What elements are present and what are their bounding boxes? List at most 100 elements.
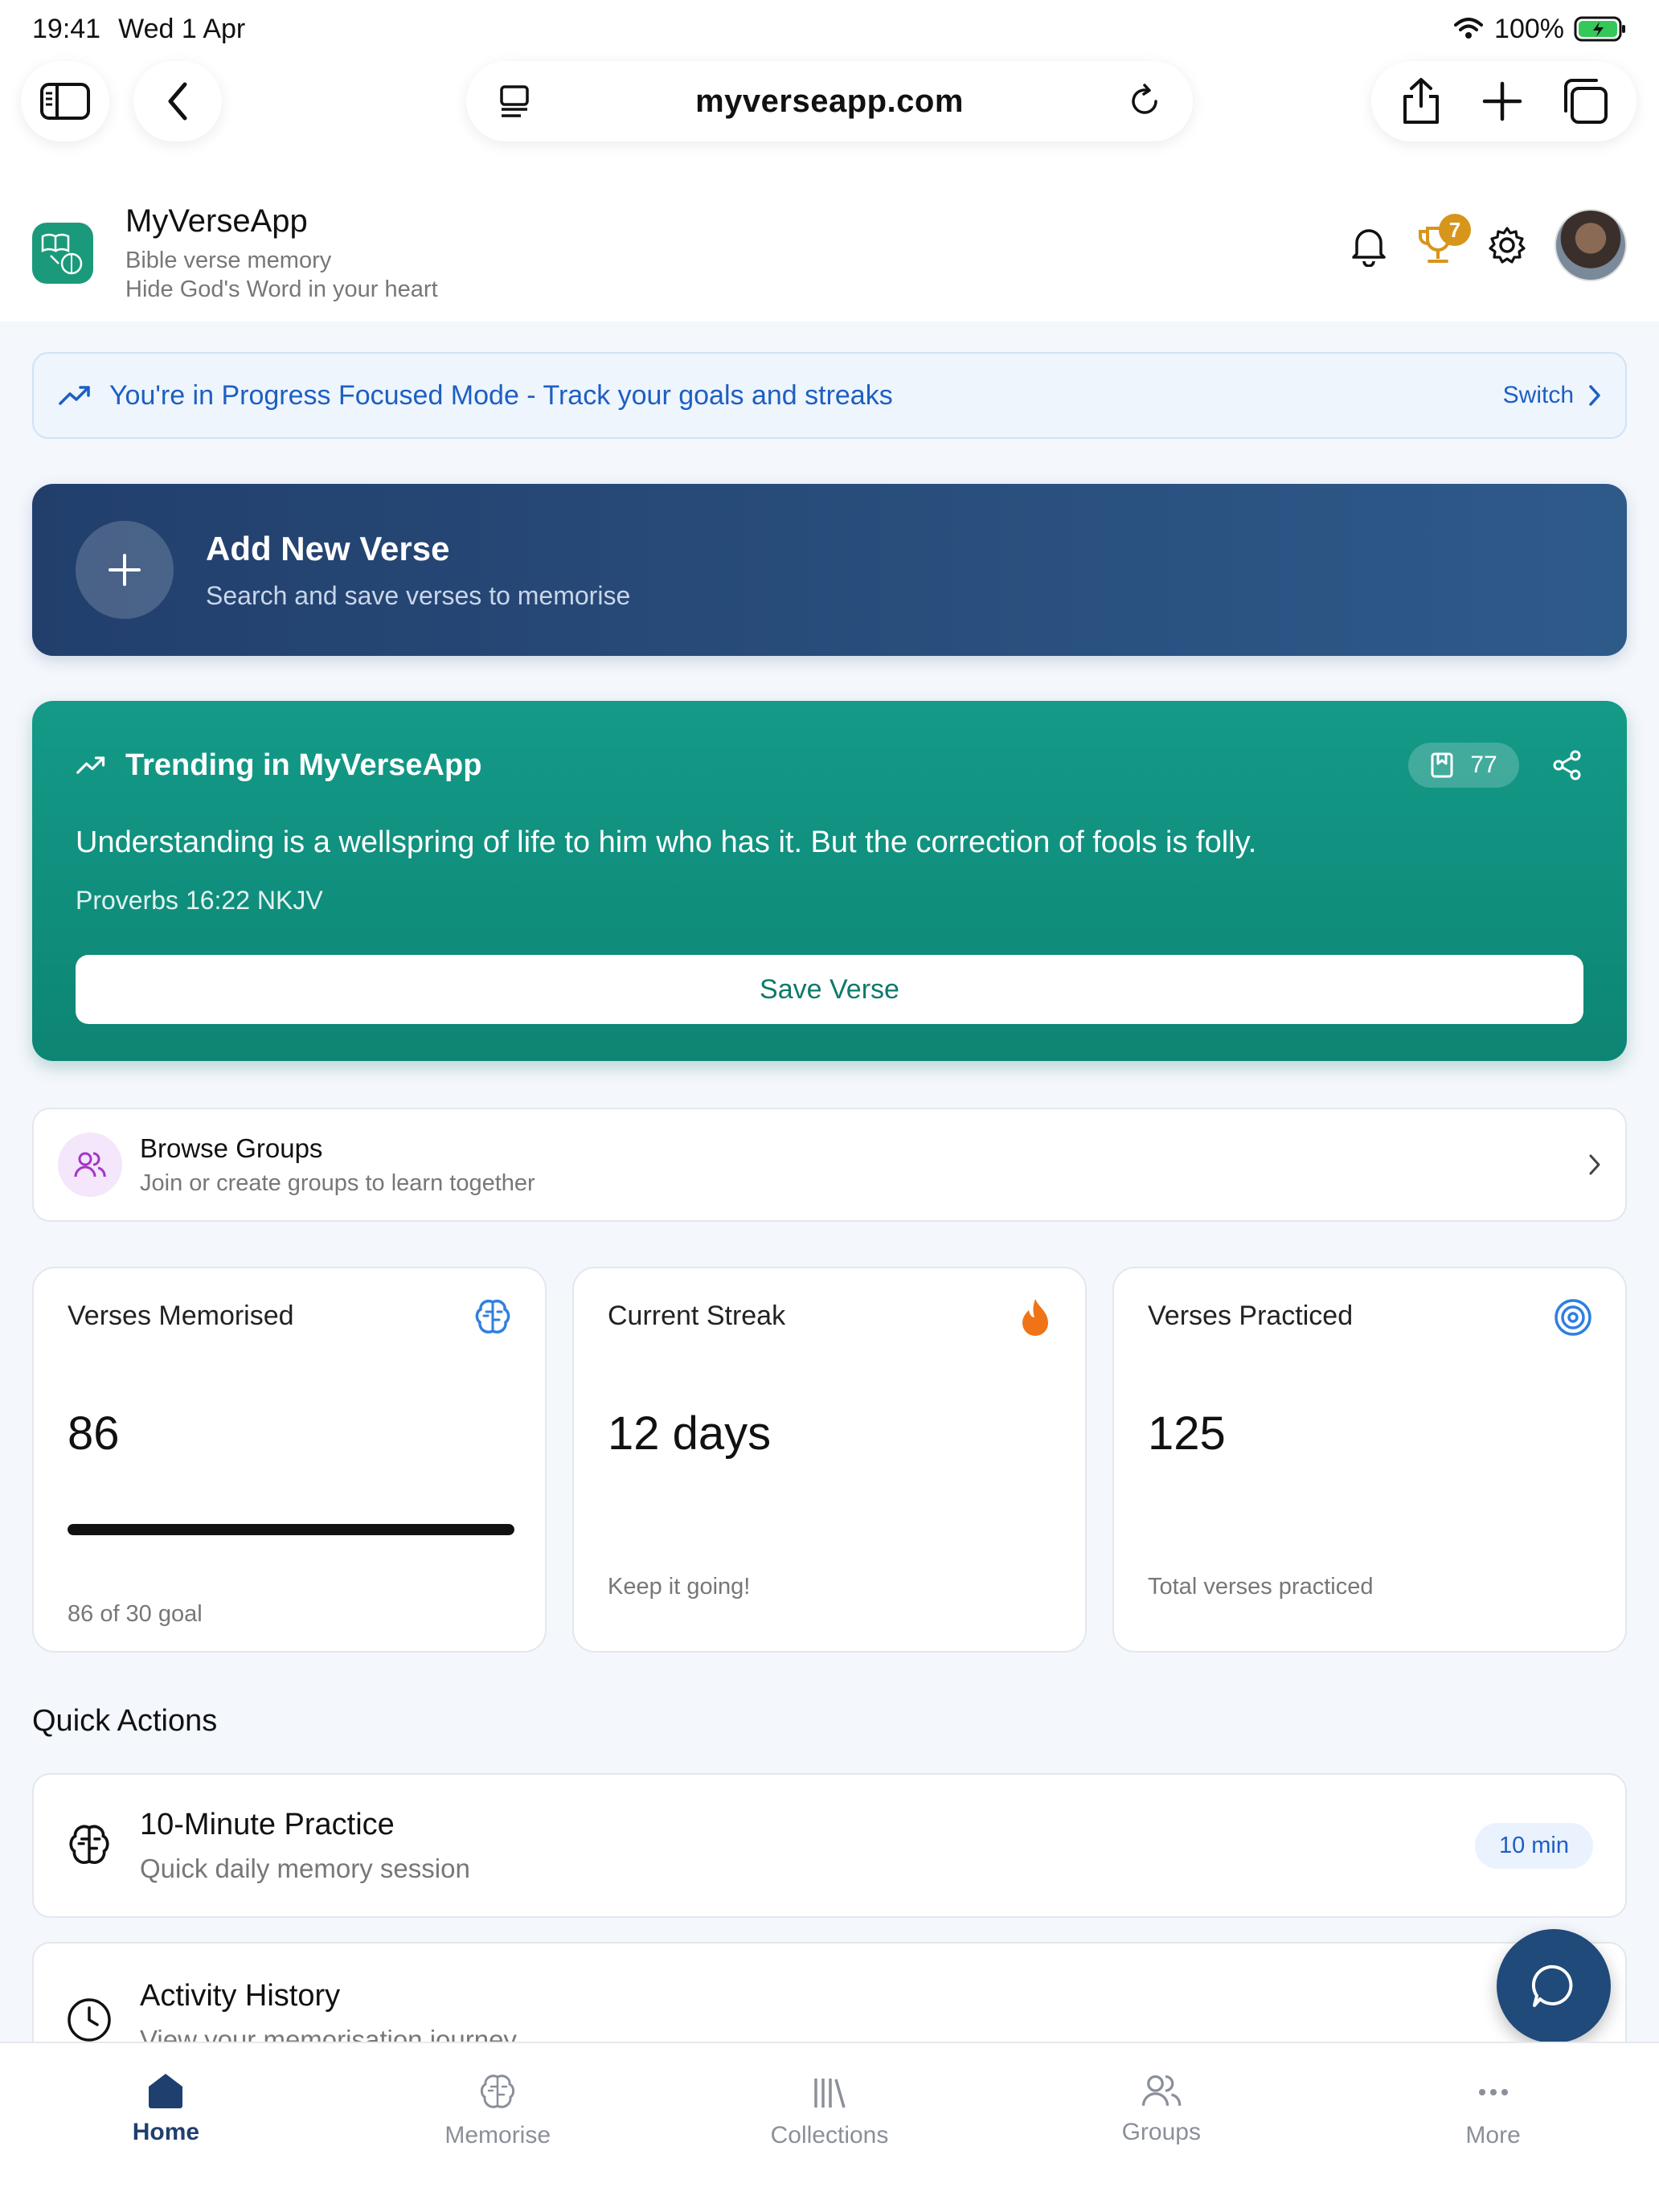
sidebar-toggle-button[interactable] bbox=[21, 61, 109, 141]
tabs-overview-icon[interactable] bbox=[1561, 77, 1609, 125]
browser-actions bbox=[1371, 61, 1636, 141]
sidebar-icon bbox=[39, 82, 91, 121]
header-actions: 7 bbox=[1349, 209, 1627, 281]
mode-banner: You're in Progress Focused Mode - Track … bbox=[32, 352, 1627, 439]
status-time: 19:41 bbox=[32, 13, 101, 44]
chevron-left-icon bbox=[166, 81, 190, 121]
save-count-badge: 77 bbox=[1408, 743, 1519, 788]
users-icon bbox=[1141, 2072, 1182, 2109]
app-header: MyVerseApp Bible verse memory Hide God's… bbox=[0, 185, 1659, 322]
share-icon[interactable] bbox=[1399, 77, 1444, 125]
stat-label: Verses Memorised bbox=[68, 1301, 294, 1331]
book-brain-icon bbox=[39, 230, 86, 276]
address-bar[interactable]: myverseapp.com bbox=[466, 61, 1193, 141]
add-verse-button[interactable] bbox=[76, 521, 174, 619]
stat-card-practiced: Verses Practiced 125 Total verses practi… bbox=[1112, 1267, 1627, 1653]
brain-icon bbox=[66, 1822, 113, 1869]
quick-action-title: 10-Minute Practice bbox=[140, 1807, 395, 1841]
brain-icon bbox=[473, 1297, 513, 1337]
stat-footer: Total verses practiced bbox=[1148, 1574, 1374, 1600]
stat-footer: 86 of 30 goal bbox=[68, 1601, 203, 1627]
trending-title: Trending in MyVerseApp bbox=[125, 748, 482, 782]
quick-action-subtitle: Quick daily memory session bbox=[140, 1853, 470, 1883]
trending-verse-reference: Proverbs 16:22 NKJV bbox=[76, 886, 323, 915]
nav-memorise[interactable]: Memorise bbox=[332, 2043, 664, 2212]
chevron-right-icon bbox=[1588, 1153, 1601, 1176]
user-avatar[interactable] bbox=[1555, 209, 1627, 281]
users-icon bbox=[74, 1150, 106, 1179]
nav-label: Collections bbox=[770, 2122, 889, 2149]
home-icon bbox=[145, 2072, 186, 2109]
clock-icon bbox=[66, 1997, 113, 2043]
quick-actions-heading: Quick Actions bbox=[32, 1704, 218, 1738]
browse-groups-subtitle: Join or create groups to learn together bbox=[140, 1169, 535, 1196]
nav-more[interactable]: More bbox=[1327, 2043, 1659, 2212]
browse-groups-card[interactable]: Browse Groups Join or create groups to l… bbox=[32, 1108, 1627, 1222]
app-logo[interactable] bbox=[32, 223, 93, 284]
brand: MyVerseApp Bible verse memory Hide God's… bbox=[125, 203, 438, 304]
status-bar: 19:41 Wed 1 Apr 100% bbox=[0, 0, 1659, 58]
nav-collections[interactable]: Collections bbox=[664, 2043, 996, 2212]
stat-label: Verses Practiced bbox=[1148, 1301, 1354, 1331]
nav-label: Home bbox=[132, 2119, 200, 2145]
groups-icon-circle bbox=[58, 1133, 122, 1197]
stat-value: 125 bbox=[1148, 1407, 1226, 1460]
app-name: MyVerseApp bbox=[125, 203, 308, 239]
share-nodes-icon[interactable] bbox=[1551, 749, 1583, 781]
trophy-badge: 7 bbox=[1439, 214, 1471, 246]
brain-icon bbox=[477, 2072, 518, 2112]
bottom-navigation: Home Memorise Collections Groups More bbox=[0, 2042, 1659, 2212]
nav-groups[interactable]: Groups bbox=[995, 2043, 1327, 2212]
plus-icon bbox=[107, 552, 142, 588]
trending-up-icon bbox=[76, 754, 108, 776]
nav-label: Groups bbox=[1121, 2119, 1201, 2145]
memorised-progress-fill bbox=[68, 1524, 514, 1535]
trending-up-icon bbox=[58, 383, 93, 408]
url-text: myverseapp.com bbox=[695, 83, 964, 119]
stat-card-streak: Current Streak 12 days Keep it going! bbox=[572, 1267, 1087, 1653]
new-tab-plus-icon[interactable] bbox=[1481, 80, 1523, 122]
add-new-verse-card[interactable]: Add New Verse Search and save verses to … bbox=[32, 484, 1627, 656]
quick-action-title: Activity History bbox=[140, 1979, 341, 2013]
browse-groups-title: Browse Groups bbox=[140, 1133, 323, 1163]
app-subtagline: Hide God's Word in your heart bbox=[125, 276, 438, 302]
battery-percent: 100% bbox=[1494, 13, 1564, 44]
back-button[interactable] bbox=[133, 61, 222, 141]
trending-card: Trending in MyVerseApp 77 Understanding … bbox=[32, 701, 1627, 1061]
wifi-icon bbox=[1452, 17, 1485, 41]
save-count: 77 bbox=[1470, 752, 1497, 778]
switch-mode-button[interactable]: Switch bbox=[1503, 382, 1601, 409]
quick-action-practice[interactable]: 10-Minute Practice Quick daily memory se… bbox=[32, 1773, 1627, 1918]
reload-icon[interactable] bbox=[1127, 84, 1162, 119]
bookmark-icon bbox=[1430, 752, 1454, 779]
save-verse-button[interactable]: Save Verse bbox=[76, 955, 1583, 1024]
switch-label: Switch bbox=[1502, 382, 1574, 408]
nav-label: More bbox=[1465, 2122, 1521, 2149]
app-tagline: Bible verse memory bbox=[125, 247, 332, 273]
mode-banner-text: You're in Progress Focused Mode - Track … bbox=[109, 379, 893, 411]
more-icon bbox=[1473, 2072, 1514, 2112]
bell-icon[interactable] bbox=[1349, 223, 1389, 267]
add-verse-subtitle: Search and save verses to memorise bbox=[206, 580, 631, 610]
memorised-progress-bar bbox=[68, 1524, 514, 1535]
duration-badge: 10 min bbox=[1474, 1822, 1593, 1869]
trophy-button[interactable]: 7 bbox=[1416, 214, 1471, 267]
page-menu-icon[interactable] bbox=[497, 84, 532, 119]
status-date: Wed 1 Apr bbox=[118, 13, 246, 44]
chat-button[interactable] bbox=[1497, 1929, 1611, 2043]
stat-value: 86 bbox=[68, 1407, 120, 1460]
battery-icon bbox=[1574, 15, 1627, 43]
stat-footer: Keep it going! bbox=[608, 1574, 751, 1600]
chat-bubble-icon bbox=[1530, 1962, 1578, 2010]
nav-home[interactable]: Home bbox=[0, 2043, 332, 2212]
add-verse-title: Add New Verse bbox=[206, 529, 450, 567]
stat-label: Current Streak bbox=[608, 1301, 786, 1331]
trending-verse-text: Understanding is a wellspring of life to… bbox=[76, 825, 1257, 859]
target-icon bbox=[1553, 1297, 1593, 1337]
flame-icon bbox=[1018, 1297, 1053, 1337]
stat-value: 12 days bbox=[608, 1407, 772, 1460]
gear-icon[interactable] bbox=[1487, 225, 1527, 265]
stat-card-memorised: Verses Memorised 86 86 of 30 goal bbox=[32, 1267, 547, 1653]
nav-label: Memorise bbox=[444, 2122, 551, 2149]
library-icon bbox=[809, 2072, 850, 2112]
